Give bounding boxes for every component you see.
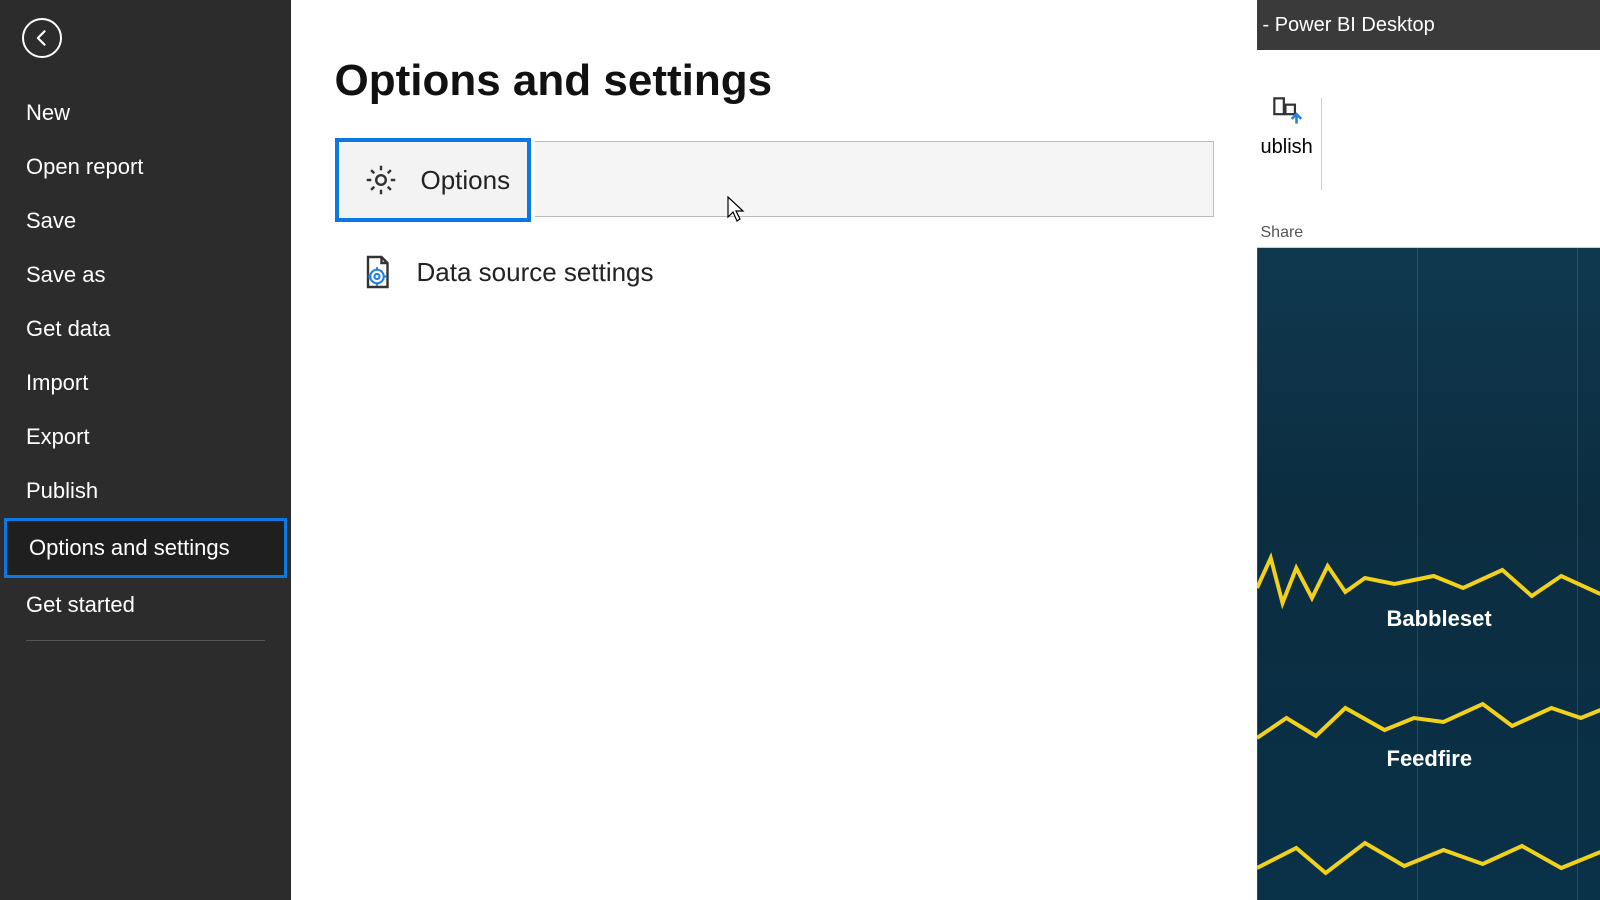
app-root: New Open report Save Save as Get data Im… (0, 0, 1600, 900)
ribbon-publish-button[interactable]: ublish (1261, 92, 1313, 159)
background-app-strip: - Power BI Desktop ublish Share Babbl (1257, 0, 1600, 900)
publish-icon (1268, 92, 1306, 130)
data-source-settings-label: Data source settings (417, 257, 654, 288)
back-button[interactable] (22, 18, 62, 58)
backstage-content: Options and settings Options (291, 0, 1257, 900)
menu-item-import[interactable]: Import (0, 356, 291, 410)
menu-item-save-as[interactable]: Save as (0, 248, 291, 302)
menu-item-export[interactable]: Export (0, 410, 291, 464)
document-gear-icon (359, 254, 395, 290)
backstage-menu: New Open report Save Save as Get data Im… (0, 86, 291, 641)
options-list: Options (335, 138, 1213, 310)
options-button[interactable]: Options (335, 138, 531, 222)
ribbon-divider (1321, 98, 1322, 190)
menu-item-options-and-settings[interactable]: Options and settings (4, 518, 287, 578)
page-title: Options and settings (335, 56, 1213, 106)
series-label-feedfire: Feedfire (1387, 746, 1473, 772)
file-backstage-sidebar: New Open report Save Save as Get data Im… (0, 0, 291, 900)
options-label: Options (421, 165, 511, 196)
menu-item-get-data[interactable]: Get data (0, 302, 291, 356)
sparkline-3 (1257, 818, 1600, 898)
menu-item-save[interactable]: Save (0, 194, 291, 248)
menu-item-new[interactable]: New (0, 86, 291, 140)
data-source-settings-button[interactable]: Data source settings (335, 234, 1213, 310)
report-canvas-partial: Babbleset Feedfire (1257, 248, 1600, 900)
menu-item-get-started[interactable]: Get started (0, 578, 291, 632)
series-label-babbleset: Babbleset (1387, 606, 1492, 632)
ribbon-publish-label: ublish (1261, 136, 1313, 159)
menu-item-publish[interactable]: Publish (0, 464, 291, 518)
window-titlebar: - Power BI Desktop (1257, 0, 1600, 50)
menu-item-open-report[interactable]: Open report (0, 140, 291, 194)
gear-icon (363, 162, 399, 198)
window-title: - Power BI Desktop (1263, 14, 1435, 37)
ribbon-group-share-label: Share (1261, 224, 1304, 242)
ribbon-partial: ublish Share (1257, 50, 1600, 248)
back-arrow-icon (32, 28, 52, 48)
menu-divider (26, 640, 265, 641)
